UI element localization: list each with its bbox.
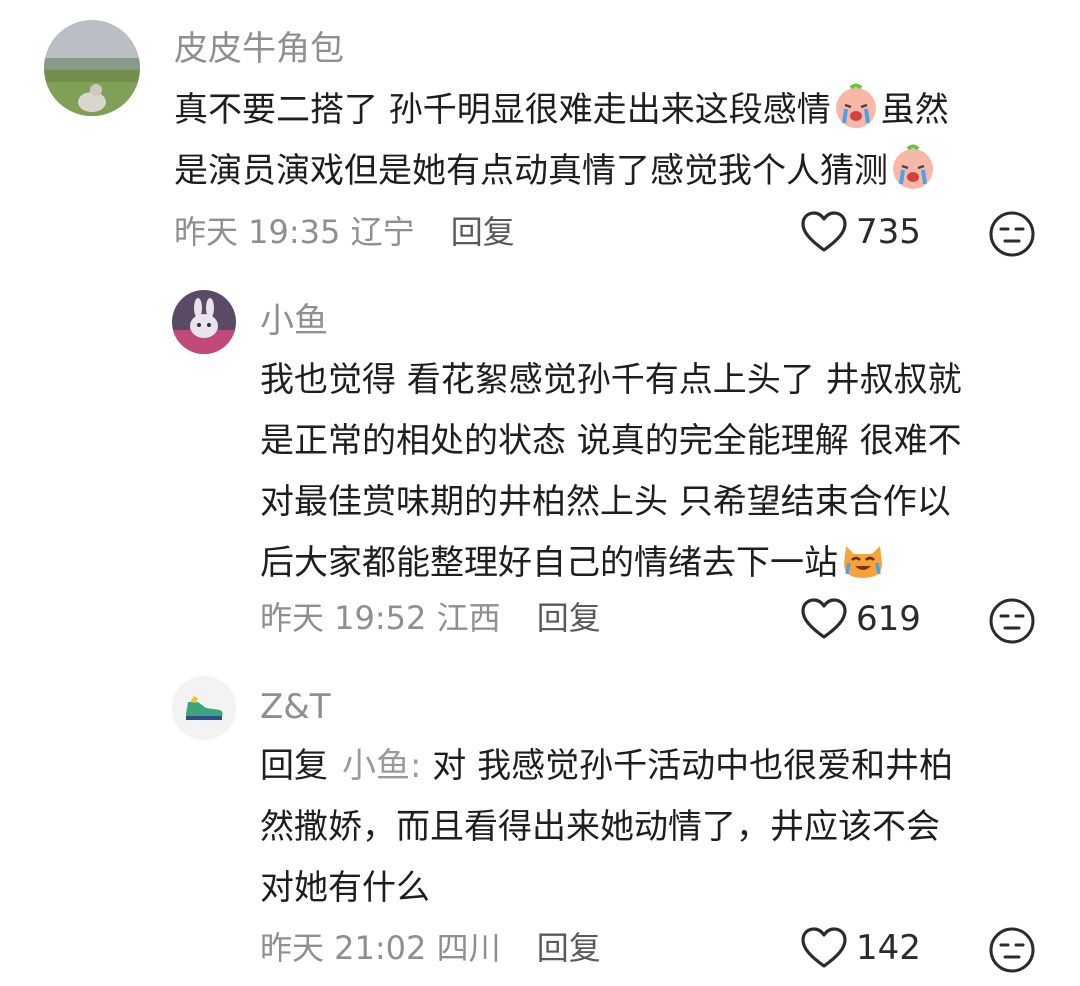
meh-face-icon[interactable] [988, 210, 1036, 258]
crying-face-emoji-icon [835, 83, 876, 128]
meh-face-icon[interactable] [988, 926, 1036, 974]
bunny-avatar-icon [172, 290, 236, 354]
like-button[interactable]: 735 [800, 210, 921, 254]
comment-text: 我也觉得 看花絮感觉孙千有点上头了 井叔叔就 是正常的相处的状态 说真的完全能理… [260, 350, 1050, 594]
sneaker-avatar-icon [172, 676, 236, 740]
heart-outline-icon [801, 211, 847, 252]
comment-line-3: 对最佳赏味期的井柏然上头 只希望结束合作以 [260, 482, 951, 522]
comment-line-1: 回复 小鱼: 对 我感觉孙千活动中也很爱和井柏 [260, 736, 1050, 797]
reply-target-username[interactable]: 小鱼: [342, 746, 421, 786]
comment-line-4: 后大家都能整理好自己的情绪去下一站 [260, 533, 1050, 594]
location: 四川 [436, 929, 501, 967]
reply-button[interactable]: 回复 [537, 599, 601, 637]
crying-face-emoji-icon [893, 144, 933, 189]
avatar[interactable] [172, 676, 236, 740]
timestamp: 昨天 21:02 [260, 929, 427, 967]
comment-text: 回复 小鱼: 对 我感觉孙千活动中也很爱和井柏 然撒娇，而且看得出来她动情了，井应… [260, 736, 1050, 919]
comment-meta: 昨天 21:02 四川 回复 [260, 932, 601, 964]
location: 辽宁 [350, 213, 415, 251]
comment-line-1: 真不要二搭了 孙千明显很难走出来这段感情 虽然 [174, 80, 1044, 141]
avatar[interactable] [172, 290, 236, 354]
username[interactable]: Z&T [260, 690, 331, 724]
comment-line-3: 对她有什么 [260, 868, 430, 908]
comment-line-2: 然撒娇，而且看得出来她动情了，井应该不会 [260, 807, 940, 847]
comment-line-2: 是演员演戏但是她有点动真情了感觉我个人猜测 [174, 141, 1044, 202]
like-count: 735 [856, 212, 921, 252]
text-seg: 虽然 [880, 90, 949, 130]
comment-line-1: 我也觉得 看花絮感觉孙千有点上头了 井叔叔就 [260, 360, 962, 400]
text-seg: 是演员演戏但是她有点动真情了感觉我个人猜测 [174, 151, 888, 191]
reply-item: 小鱼 我也觉得 看花絮感觉孙千有点上头了 井叔叔就 是正常的相处的状态 说真的完… [0, 270, 1080, 660]
like-count: 619 [856, 599, 921, 639]
comment-meta: 昨天 19:35 辽宁 回复 [174, 216, 515, 248]
comment-item: 皮皮牛角包 真不要二搭了 孙千明显很难走出来这段感情 虽然 是演员演戏但是她有点… [0, 0, 1080, 270]
reply-prefix: 回复 [260, 746, 328, 786]
username[interactable]: 皮皮牛角包 [174, 32, 344, 66]
comment-text: 真不要二搭了 孙千明显很难走出来这段感情 虽然 是演员演戏但是她有点动真情了感觉… [174, 80, 1044, 202]
username[interactable]: 小鱼 [260, 304, 328, 338]
reply-button[interactable]: 回复 [537, 929, 601, 967]
heart-outline-icon [801, 598, 847, 639]
like-count: 142 [856, 928, 921, 968]
heart-outline-icon [801, 927, 847, 968]
reply-button[interactable]: 回复 [451, 213, 515, 251]
timestamp: 昨天 19:52 [260, 599, 427, 637]
text-seg: 后大家都能整理好自己的情绪去下一站 [260, 543, 838, 583]
like-button[interactable]: 619 [800, 597, 921, 641]
comment-meta: 昨天 19:52 江西 回复 [260, 602, 601, 634]
avatar[interactable] [44, 20, 140, 116]
meh-face-icon[interactable] [988, 597, 1036, 645]
reply-item: Z&T 回复 小鱼: 对 我感觉孙千活动中也很爱和井柏 然撒娇，而且看得出来她动情… [0, 660, 1080, 986]
landscape-avatar-icon [44, 20, 140, 116]
location: 江西 [436, 599, 501, 637]
timestamp: 昨天 19:35 [174, 213, 341, 251]
like-button[interactable]: 142 [800, 926, 921, 970]
crying-cat-emoji-icon [844, 546, 882, 578]
text-seg: 真不要二搭了 孙千明显很难走出来这段感情 [174, 90, 831, 130]
text-seg: 对 我感觉孙千活动中也很爱和井柏 [432, 746, 954, 786]
comment-line-2: 是正常的相处的状态 说真的完全能理解 很难不 [260, 421, 962, 461]
